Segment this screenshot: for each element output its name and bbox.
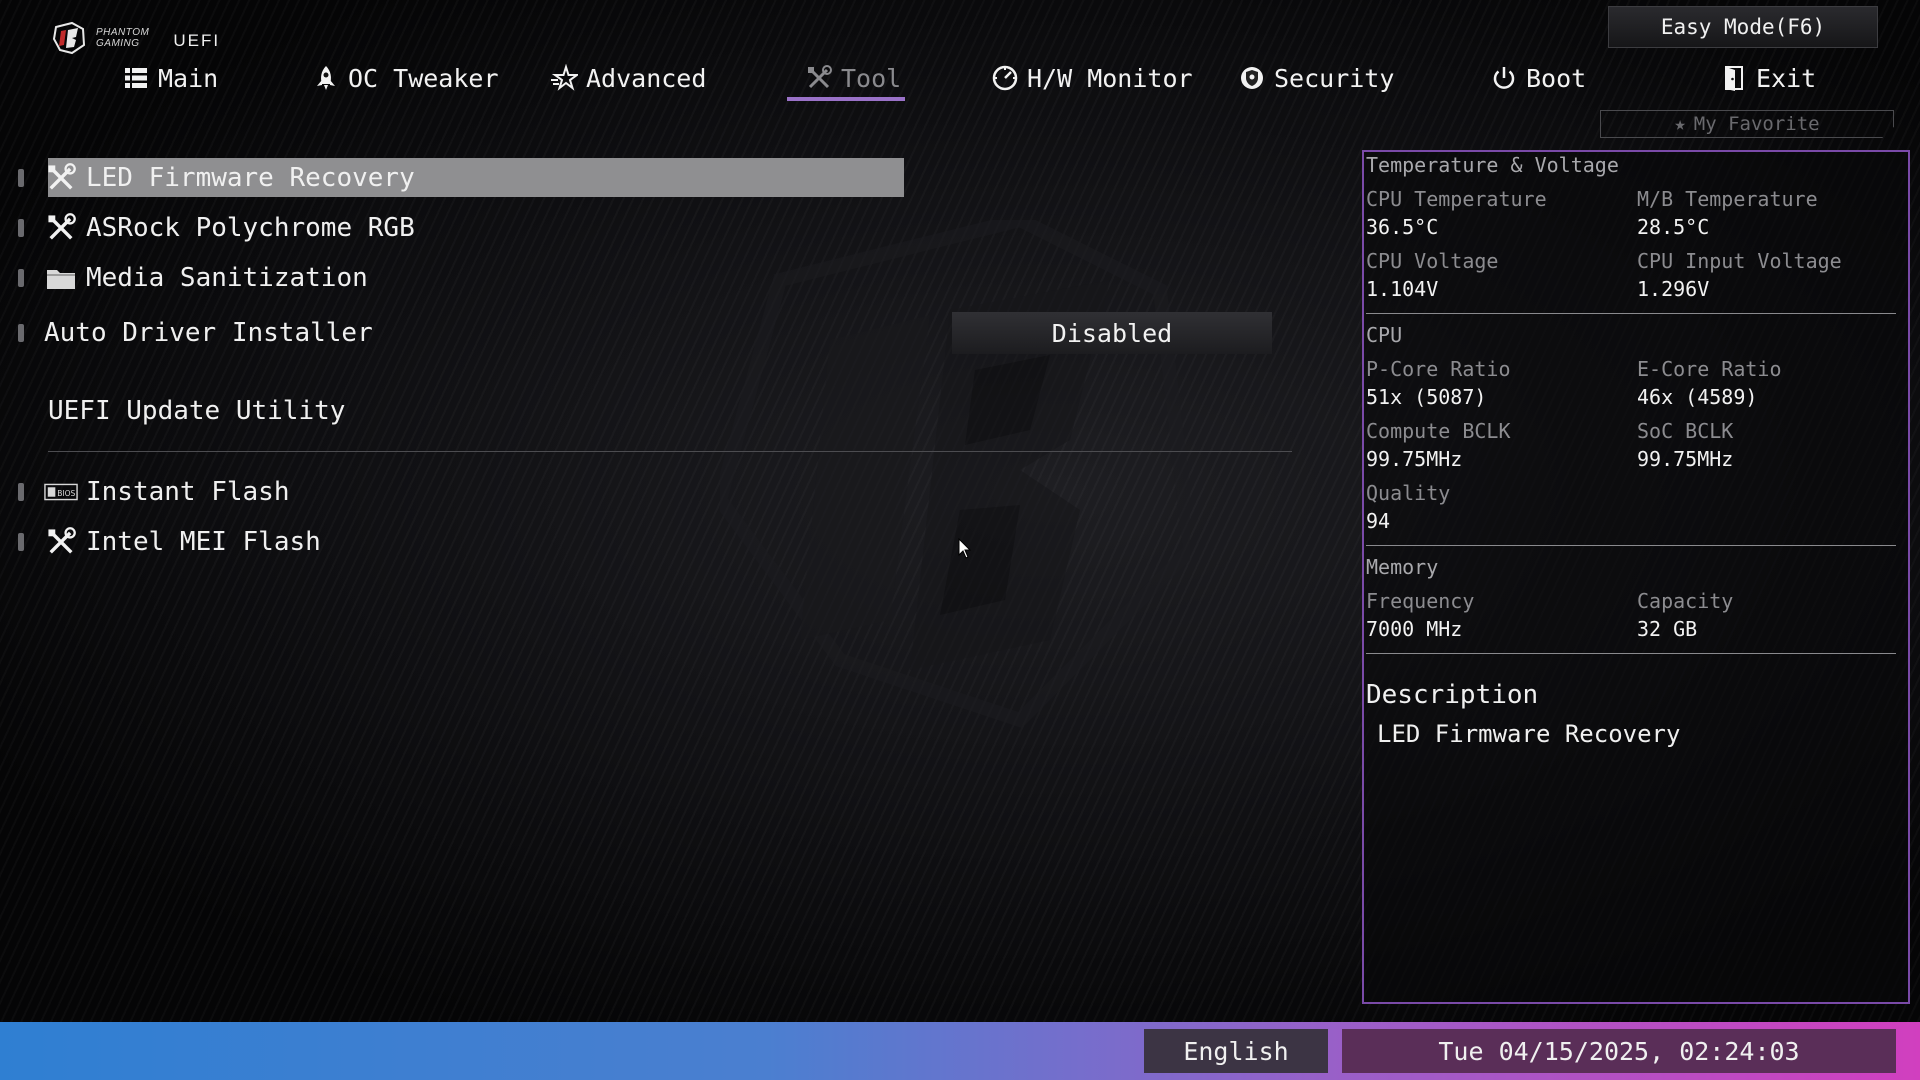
list-icon	[125, 68, 147, 88]
background-logo-watermark	[720, 220, 1190, 729]
cpu-input-voltage-value: 1.296V	[1637, 277, 1710, 301]
tools-icon	[44, 525, 78, 559]
phantom-gaming-logo-icon	[52, 21, 86, 55]
auto-driver-installer-value[interactable]: Disabled	[952, 312, 1272, 354]
quality-value: 94	[1366, 509, 1391, 533]
capacity-value: 32 GB	[1637, 617, 1698, 641]
uefi-label: UEFI	[173, 31, 221, 50]
e-core-ratio-label: E-Core Ratio	[1637, 357, 1782, 381]
menu-item-label: Intel MEI Flash	[86, 527, 321, 557]
compute-bclk-value: 99.75MHz	[1366, 447, 1463, 471]
frequency-value: 7000 MHz	[1366, 617, 1463, 641]
tools-icon	[44, 161, 78, 195]
main-navigation: Main OC Tweaker Advanced Tool H/W Monito…	[0, 55, 1920, 101]
menu-item-auto-driver-installer[interactable]: Auto Driver Installer	[18, 313, 373, 353]
compute-bclk-label: Compute BCLK	[1366, 419, 1511, 443]
svg-text:BIOS: BIOS	[57, 489, 75, 498]
mb-temperature-value: 28.5°C	[1637, 215, 1710, 239]
brand-logo: PHANTOM GAMING UEFI	[52, 18, 220, 58]
tab-tool[interactable]: Tool	[805, 55, 901, 101]
mouse-cursor-icon	[958, 538, 972, 559]
tab-oc-tweaker-label: OC Tweaker	[348, 63, 499, 93]
frequency-label: Frequency	[1366, 589, 1475, 613]
tab-main[interactable]: Main	[122, 55, 218, 101]
item-marker	[18, 324, 24, 342]
panel-divider	[1366, 545, 1896, 546]
cpu-temperature-label: CPU Temperature	[1366, 187, 1547, 211]
item-marker	[18, 219, 24, 237]
uefi-update-utility-heading: UEFI Update Utility	[48, 396, 346, 426]
rocket-icon	[317, 66, 335, 90]
cpu-input-voltage-label: CPU Input Voltage	[1637, 249, 1842, 273]
brand-line-1: PHANTOM	[96, 27, 150, 38]
quality-label: Quality	[1366, 481, 1451, 505]
item-marker	[18, 269, 24, 287]
cpu-voltage-value: 1.104V	[1366, 277, 1439, 301]
description-heading: Description	[1366, 680, 1539, 710]
tab-advanced[interactable]: Advanced	[550, 55, 706, 101]
datetime-display: Tue 04/15/2025, 02:24:03	[1342, 1029, 1896, 1073]
shield-icon	[1241, 67, 1263, 89]
power-icon	[1493, 67, 1515, 89]
hardware-info-panel	[1362, 150, 1910, 1004]
brand-text: PHANTOM GAMING	[96, 27, 149, 49]
panel-divider	[1366, 653, 1896, 654]
p-core-ratio-label: P-Core Ratio	[1366, 357, 1511, 381]
tab-advanced-label: Advanced	[586, 63, 707, 93]
exit-door-icon	[1725, 66, 1743, 91]
item-marker	[18, 483, 24, 501]
menu-item-label: Auto Driver Installer	[44, 318, 373, 348]
soc-bclk-label: SoC BCLK	[1637, 419, 1734, 443]
menu-item-media-sanitization[interactable]: Media Sanitization	[18, 258, 368, 298]
p-core-ratio-value: 51x (5087)	[1366, 385, 1487, 409]
cpu-heading: CPU	[1366, 323, 1403, 347]
item-marker	[18, 169, 24, 187]
tab-hw-monitor[interactable]: H/W Monitor	[991, 55, 1193, 101]
section-divider	[48, 451, 1292, 452]
gauge-icon	[992, 65, 1018, 91]
bios-chip-icon: BIOS	[44, 475, 78, 509]
tab-exit-label: Exit	[1756, 63, 1817, 93]
brand-line-2: GAMING	[96, 38, 140, 49]
easy-mode-button[interactable]: Easy Mode(F6)	[1608, 6, 1878, 48]
tab-main-label: Main	[158, 63, 219, 93]
soc-bclk-value: 99.75MHz	[1637, 447, 1734, 471]
tab-boot-label: Boot	[1526, 63, 1587, 93]
capacity-label: Capacity	[1637, 589, 1734, 613]
tab-security[interactable]: Security	[1238, 55, 1394, 101]
tab-exit[interactable]: Exit	[1720, 55, 1816, 101]
language-selector[interactable]: English	[1144, 1029, 1328, 1073]
menu-item-intel-mei-flash[interactable]: Intel MEI Flash	[18, 522, 321, 562]
my-favorite-button[interactable]: ★ My Favorite	[1600, 110, 1894, 138]
tools-icon	[808, 65, 832, 89]
menu-item-led-firmware-recovery[interactable]: LED Firmware Recovery	[18, 158, 415, 198]
star-icon: ★	[1674, 113, 1686, 135]
menu-item-label: ASRock Polychrome RGB	[86, 213, 415, 243]
star-icon	[551, 64, 578, 91]
e-core-ratio-value: 46x (4589)	[1637, 385, 1758, 409]
tab-oc-tweaker[interactable]: OC Tweaker	[312, 55, 499, 101]
cpu-temperature-value: 36.5°C	[1366, 215, 1439, 239]
item-marker	[18, 533, 24, 551]
tab-security-label: Security	[1274, 63, 1395, 93]
tab-boot[interactable]: Boot	[1490, 55, 1586, 101]
active-tab-indicator	[787, 97, 905, 101]
menu-item-label: Instant Flash	[86, 477, 290, 507]
panel-divider	[1366, 313, 1896, 314]
tab-tool-label: Tool	[841, 63, 902, 93]
menu-item-asrock-polychrome-rgb[interactable]: ASRock Polychrome RGB	[18, 208, 415, 248]
tools-icon	[44, 211, 78, 245]
tab-hw-monitor-label: H/W Monitor	[1027, 63, 1193, 93]
menu-item-label: LED Firmware Recovery	[86, 163, 415, 193]
mb-temperature-label: M/B Temperature	[1637, 187, 1818, 211]
menu-item-label: Media Sanitization	[86, 263, 368, 293]
memory-heading: Memory	[1366, 555, 1439, 579]
folder-icon	[44, 261, 78, 295]
description-text: LED Firmware Recovery	[1377, 720, 1681, 748]
temperature-voltage-heading: Temperature & Voltage	[1366, 153, 1619, 177]
cpu-voltage-label: CPU Voltage	[1366, 249, 1499, 273]
menu-item-instant-flash[interactable]: BIOS Instant Flash	[18, 472, 290, 512]
my-favorite-label: My Favorite	[1693, 113, 1820, 135]
